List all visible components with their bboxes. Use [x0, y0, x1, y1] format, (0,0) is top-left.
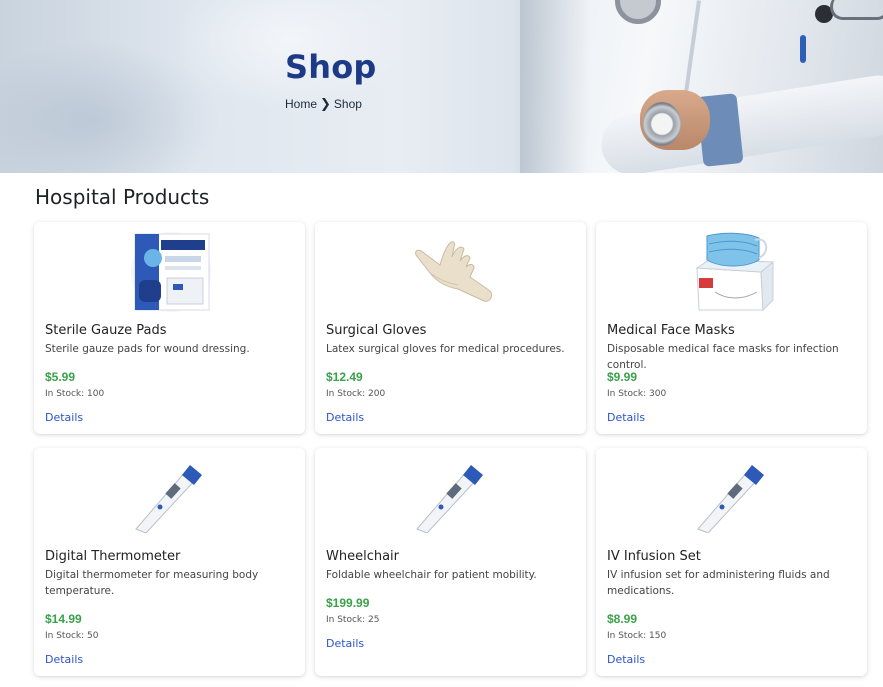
- product-price: $5.99: [45, 370, 76, 384]
- product-description: IV infusion set for administering fluids…: [607, 569, 830, 597]
- product-description: Disposable medical face masks for infect…: [607, 343, 839, 371]
- details-link[interactable]: Details: [326, 411, 364, 424]
- product-description: Foldable wheelchair for patient mobility…: [326, 569, 537, 581]
- product-price: $199.99: [326, 596, 370, 610]
- watch-image: [643, 102, 681, 146]
- thermometer-image: [596, 456, 867, 540]
- product-price: $14.99: [45, 612, 82, 626]
- product-price: $8.99: [607, 612, 638, 626]
- product-description: Digital thermometer for measuring body t…: [45, 569, 259, 597]
- details-link[interactable]: Details: [326, 637, 364, 650]
- thermometer-image: [315, 456, 586, 540]
- surgical-gloves-image: [315, 230, 586, 314]
- breadcrumb: Home ❯ Shop: [285, 97, 362, 111]
- product-description: Sterile gauze pads for wound dressing.: [45, 343, 250, 355]
- product-stock: In Stock: 150: [607, 631, 667, 641]
- details-link[interactable]: Details: [607, 653, 645, 666]
- product-description: Latex surgical gloves for medical proced…: [326, 343, 565, 355]
- product-stock: In Stock: 100: [45, 389, 105, 399]
- gauze-pads-image: [34, 230, 305, 314]
- breadcrumb-home-link[interactable]: Home: [285, 97, 317, 111]
- product-card: IV Infusion Set IV infusion set for admi…: [596, 448, 867, 676]
- product-card: Digital Thermometer Digital thermometer …: [34, 448, 305, 676]
- hero-banner: Shop Home ❯ Shop: [0, 0, 883, 173]
- page-title: Shop: [285, 48, 377, 86]
- details-link[interactable]: Details: [45, 653, 83, 666]
- product-name: IV Infusion Set: [607, 549, 701, 564]
- details-link[interactable]: Details: [607, 411, 645, 424]
- product-price: $9.99: [607, 370, 638, 384]
- breadcrumb-current: Shop: [333, 97, 362, 111]
- product-stock: In Stock: 50: [45, 631, 99, 641]
- section-title: Hospital Products: [35, 185, 210, 209]
- product-name: Surgical Gloves: [326, 323, 427, 338]
- product-name: Wheelchair: [326, 549, 400, 564]
- product-card: Surgical Gloves Latex surgical gloves fo…: [315, 222, 586, 434]
- chevron-right-icon: ❯: [320, 96, 331, 111]
- product-card: Sterile Gauze Pads Sterile gauze pads fo…: [34, 222, 305, 434]
- thermometer-image: [34, 456, 305, 540]
- product-name: Digital Thermometer: [45, 549, 181, 564]
- product-card: Medical Face Masks Disposable medical fa…: [596, 222, 867, 434]
- product-card: Wheelchair Foldable wheelchair for patie…: [315, 448, 586, 676]
- product-price: $12.49: [326, 370, 363, 384]
- details-link[interactable]: Details: [45, 411, 83, 424]
- face-masks-image: [596, 230, 867, 314]
- product-name: Sterile Gauze Pads: [45, 323, 167, 338]
- product-stock: In Stock: 25: [326, 615, 380, 625]
- product-stock: In Stock: 200: [326, 389, 386, 399]
- product-name: Medical Face Masks: [607, 323, 735, 338]
- product-stock: In Stock: 300: [607, 389, 667, 399]
